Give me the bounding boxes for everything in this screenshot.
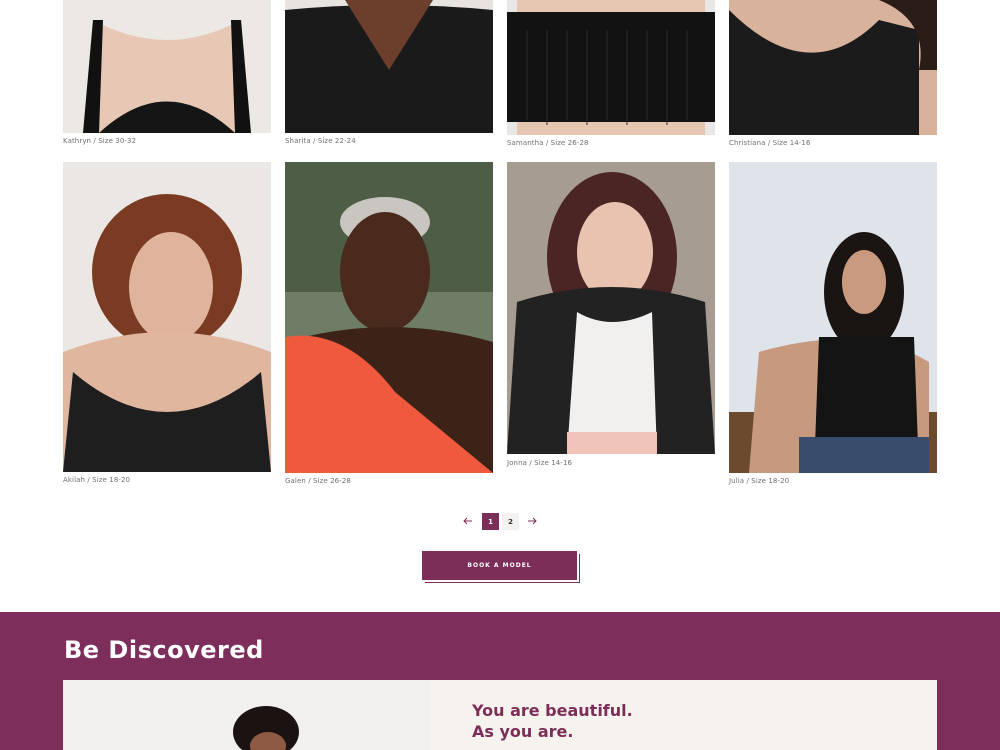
model-photo[interactable] bbox=[729, 0, 937, 135]
next-page-button[interactable] bbox=[524, 513, 540, 529]
model-photo[interactable] bbox=[285, 0, 493, 133]
page-2-button[interactable]: 2 bbox=[502, 513, 519, 530]
section-title: Be Discovered bbox=[64, 636, 264, 664]
tagline-line-1: You are beautiful. bbox=[472, 701, 633, 720]
discover-photo bbox=[63, 680, 430, 750]
model-caption: Samantha / Size 26-28 bbox=[507, 139, 589, 147]
model-caption: Sharita / Size 22-24 bbox=[285, 137, 356, 145]
page-1-button[interactable]: 1 bbox=[482, 513, 499, 530]
model-caption: Christiana / Size 14-16 bbox=[729, 139, 811, 147]
model-photo[interactable] bbox=[507, 162, 715, 454]
model-caption: Kathryn / Size 30-32 bbox=[63, 137, 137, 145]
model-photo[interactable] bbox=[507, 0, 715, 135]
model-photo[interactable] bbox=[285, 162, 493, 473]
model-photo[interactable] bbox=[63, 162, 271, 472]
model-photo[interactable] bbox=[729, 162, 937, 473]
tagline: You are beautiful. As you are. bbox=[472, 700, 633, 742]
model-caption: Julia / Size 18-20 bbox=[729, 477, 790, 485]
model-caption: Akilah / Size 18-20 bbox=[63, 476, 131, 484]
model-caption: Galen / Size 26-28 bbox=[285, 477, 351, 485]
book-a-model-button[interactable]: BOOK A MODEL bbox=[422, 551, 577, 580]
model-caption: Jonna / Size 14-16 bbox=[507, 459, 573, 467]
tagline-line-2: As you are. bbox=[472, 722, 574, 741]
prev-page-button[interactable] bbox=[460, 513, 476, 529]
arrow-right-icon bbox=[528, 517, 537, 525]
model-photo[interactable] bbox=[63, 0, 271, 133]
arrow-left-icon bbox=[463, 517, 472, 525]
